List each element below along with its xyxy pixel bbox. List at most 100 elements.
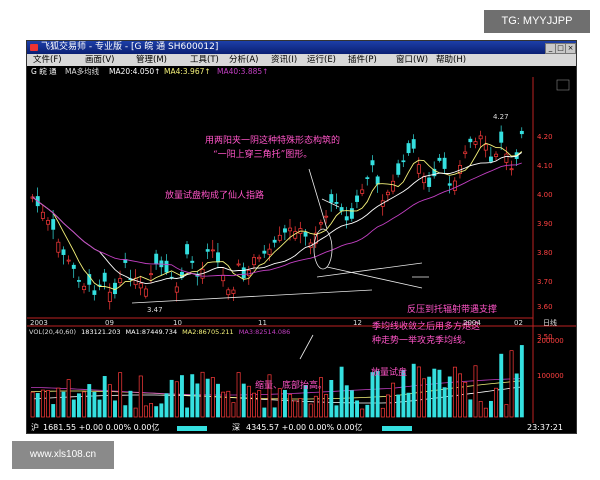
site-watermark: www.xls108.cn [12,441,114,469]
candle-body [267,248,272,255]
candle-body [257,256,262,260]
volume-bar [494,387,499,418]
candle-body [360,189,365,194]
volume-bar [97,399,102,418]
volume-bar [370,372,375,418]
volume-bar [478,401,483,418]
volume-bar [360,408,365,418]
volume-bar [252,392,256,418]
candle-body [478,135,483,140]
price-tick: 4.10 [537,162,553,170]
candle-body [452,180,457,191]
candle-body [339,207,344,212]
volume-bar [329,380,334,418]
volume-bar [277,388,282,418]
candle-body [416,164,421,174]
date-tick: 10 [173,319,182,327]
volume-bar [118,372,123,418]
candle-body [329,194,334,203]
volume-bar [174,381,179,418]
candle-body [437,157,442,161]
candle-body [401,160,406,163]
candle-body [370,160,375,166]
menu-help[interactable]: 帮助(H) [436,54,466,66]
volume-bar [210,377,215,418]
volume-bar [355,400,360,418]
menu-view[interactable]: 画面(V) [85,54,114,66]
volume-bar [344,385,349,418]
candle-body [76,280,81,282]
volume-bar [432,368,437,418]
volume-bar [35,393,40,418]
sz-meter [382,426,412,431]
menu-analysis[interactable]: 分析(A) [229,54,258,66]
candle-body [262,250,267,254]
candle-body [272,239,277,243]
candle-body [411,139,416,149]
menu-plugins[interactable]: 插件(P) [348,54,377,66]
candle-body [519,130,524,135]
date-tick: 2004 [463,319,481,327]
candle-body [92,290,97,295]
candle-body [483,144,488,151]
candle-body [355,195,360,202]
menu-file[interactable]: 文件(F) [33,54,62,66]
volume-bar [226,390,231,418]
volume-bar [313,395,318,418]
volume-bar [473,365,478,418]
volume-bar [205,378,210,418]
menu-tools[interactable]: 工具(T) [190,54,219,66]
candle-body [46,220,51,225]
ma40-value: MA40:3.885↑ [217,67,269,76]
volume-bar [107,384,112,418]
volume-bar [236,372,241,418]
candle-body [334,202,339,204]
date-tick: 12 [353,319,362,327]
volume-bar [82,391,87,418]
candle-body [185,244,190,255]
ma20-value: MA20:4.050↑ [109,67,161,76]
candle-body [447,183,452,186]
sz-label: 深 [232,423,240,432]
candle-body [324,215,329,218]
volume-bar [427,376,432,418]
candle-body [406,143,411,154]
date-tick: 11 [258,319,267,327]
volume-bar [221,391,226,418]
menu-news[interactable]: 资讯(I) [271,54,297,66]
candle-body [396,163,401,175]
menu-bar: 文件(F) 画面(V) 管理(M) 工具(T) 分析(A) 资讯(I) 运行(E… [27,54,576,66]
menu-run[interactable]: 运行(E) [307,54,336,66]
volume-bar [185,407,190,418]
price-tick: 3.90 [537,220,553,228]
candle-body [190,260,195,263]
volume-bar [483,407,488,418]
volume-bar [452,366,457,418]
candle-body [138,283,143,289]
volume-bar [442,387,447,418]
menu-manage[interactable]: 管理(M) [136,54,167,66]
candle-body [107,291,112,302]
app-logo-icon [30,44,38,51]
volume-bar [391,382,396,418]
volume-bar [308,403,313,418]
candle-body [143,288,148,297]
volume-bar [365,404,370,418]
period-label[interactable]: 日线 [543,318,557,327]
menu-window[interactable]: 窗口(W) [396,54,428,66]
candle-body [349,208,354,219]
annotation-pattern-1: 用两阳夹一阴这种特殊形态构筑的 [205,134,340,146]
candle-body [442,157,447,169]
candle-body [468,138,473,143]
close-button[interactable]: × [565,43,576,54]
price-tick: 3.60 [537,303,553,311]
vol-tick: 100000 [537,372,564,380]
price-tick: 4.20 [537,133,553,141]
candle-body [149,273,153,276]
candle-body [61,249,66,255]
candle-body [277,234,282,241]
volume-bar [283,389,287,418]
volume-bar [339,366,344,418]
volume-bar [149,403,153,418]
candle-body [102,272,107,282]
